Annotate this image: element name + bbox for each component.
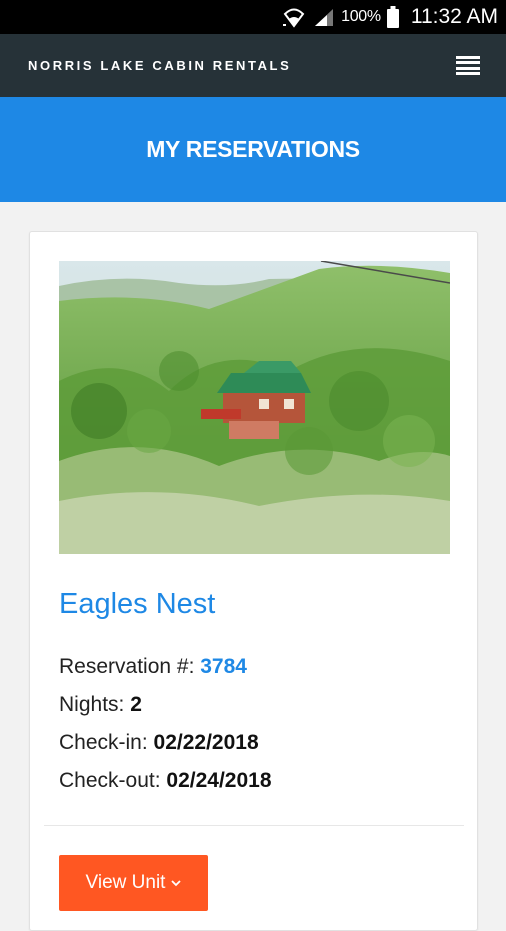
nights-value: 2	[130, 693, 142, 716]
reservation-number[interactable]: 3784	[200, 655, 247, 678]
nights-label: Nights:	[59, 693, 131, 716]
status-bar: 100% 11:32 AM	[0, 0, 506, 34]
reservation-card: Eagles Nest Reservation #: 3784 Nights: …	[29, 231, 478, 931]
checkout-value: 02/24/2018	[166, 769, 272, 792]
top-navbar: NORRIS LAKE CABIN RENTALS	[0, 34, 506, 97]
checkout-label: Check-out:	[59, 769, 167, 792]
wifi-icon	[281, 6, 307, 28]
page-title: MY RESERVATIONS	[146, 136, 360, 162]
reservation-details: Reservation #: 3784 Nights: 2 Check-in: …	[59, 648, 272, 800]
reservation-number-row: Reservation #: 3784	[59, 648, 272, 686]
brand-name[interactable]: NORRIS LAKE CABIN RENTALS	[28, 58, 291, 73]
chevron-down-icon	[171, 879, 182, 887]
nights-row: Nights: 2	[59, 686, 272, 724]
signal-icon	[313, 7, 335, 27]
checkin-value: 02/22/2018	[153, 731, 259, 754]
cabin-photo	[59, 261, 450, 554]
hamburger-icon[interactable]	[456, 55, 480, 76]
checkout-row: Check-out: 02/24/2018	[59, 762, 272, 800]
clock: 11:32 AM	[410, 5, 498, 28]
view-unit-button[interactable]: View Unit	[59, 855, 208, 911]
page-header-banner: MY RESERVATIONS	[0, 97, 506, 202]
checkin-label: Check-in:	[59, 731, 154, 754]
divider	[44, 825, 464, 826]
reservation-number-label: Reservation #:	[59, 655, 201, 678]
battery-icon	[386, 6, 399, 28]
view-unit-label: View Unit	[85, 872, 166, 893]
checkin-row: Check-in: 02/22/2018	[59, 724, 272, 762]
battery-percent: 100%	[341, 8, 381, 25]
unit-name-link[interactable]: Eagles Nest	[59, 588, 215, 621]
